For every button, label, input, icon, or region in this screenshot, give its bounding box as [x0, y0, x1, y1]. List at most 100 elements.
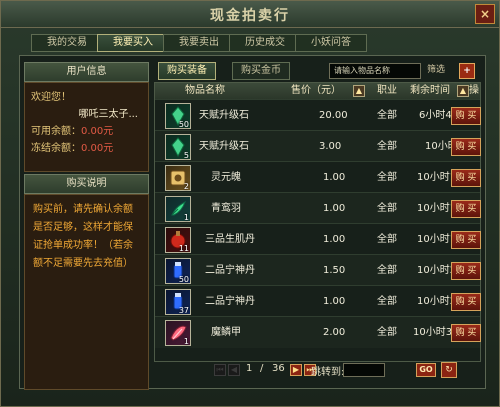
tab-qa[interactable]: 小妖问答 — [295, 34, 367, 52]
instructions-header: 购买说明 — [24, 174, 149, 194]
item-name: 三品生肌丹 — [205, 234, 255, 245]
table-body: 50 天赋升级石 20.00 全部 6小时4分 购 买 5 天赋升级石 3.00… — [155, 99, 481, 361]
buy-button[interactable]: 购 买 — [451, 324, 481, 342]
page-separator: / — [260, 363, 264, 374]
item-price: 1.00 — [323, 203, 346, 214]
sub-tabs: 购买装备 购买金币 请输入物品名称 筛选 + — [154, 62, 479, 80]
filter-label: 筛选 — [427, 65, 446, 75]
search-input[interactable]: 请输入物品名称 — [329, 63, 421, 79]
item-qty: 2 — [183, 182, 189, 191]
plus-icon[interactable]: + — [459, 63, 475, 79]
buy-button[interactable]: 购 买 — [451, 169, 481, 187]
potion-icon[interactable]: 50 — [165, 258, 191, 284]
go-button[interactable]: GO — [416, 363, 436, 377]
refresh-icon[interactable]: ↻ — [441, 362, 457, 378]
buy-button[interactable]: 购 买 — [451, 293, 481, 311]
item-qty: 1 — [183, 213, 189, 222]
table-header: 物品名称 售价（元） ▲ 职业 剩余时间 ▲ 操作 — [155, 83, 480, 112]
item-qty: 50 — [178, 275, 189, 284]
item-price: 1.50 — [323, 265, 346, 276]
item-price: 1.00 — [323, 296, 346, 307]
title-bar[interactable]: 现金拍卖行 × — [1, 1, 499, 28]
item-qty: 11 — [178, 244, 189, 253]
item-price: 3.00 — [319, 141, 342, 152]
table-row: 5 天赋升级石 3.00 全部 10小时 购 买 — [155, 130, 481, 162]
col-action: 操作 — [469, 85, 479, 112]
table-row: 37 二品宁神丹 1.00 全部 10小时2分 购 买 — [155, 285, 481, 317]
table-row: 2 灵元魄 1.00 全部 10小时1分 购 买 — [155, 161, 481, 193]
feather-icon[interactable]: 1 — [165, 196, 191, 222]
buy-button[interactable]: 购 买 — [451, 107, 481, 125]
item-name: 青鸾羽 — [211, 203, 241, 214]
goto-page-input[interactable] — [343, 363, 385, 377]
filter-button[interactable]: 筛选 + — [427, 63, 475, 79]
col-job: 职业 — [377, 85, 397, 96]
tab-history[interactable]: 历史成交 — [229, 34, 301, 52]
pagination-bar: ⏮ ◀ 1 / 36 ▶ ⏭ 跳转到: GO ↻ — [154, 362, 479, 378]
item-job: 全部 — [377, 296, 397, 307]
sort-price-icon[interactable]: ▲ — [353, 85, 365, 97]
tab-buy-gold[interactable]: 购买金币 — [232, 62, 290, 80]
potion-icon[interactable]: 37 — [165, 289, 191, 315]
col-name: 物品名称 — [185, 85, 225, 96]
item-qty: 50 — [178, 120, 189, 129]
item-job: 全部 — [377, 141, 397, 152]
sort-time-icon[interactable]: ▲ — [457, 85, 469, 97]
tab-my-trades[interactable]: 我的交易 — [31, 34, 103, 52]
item-qty: 5 — [183, 151, 189, 160]
pill-icon[interactable]: 11 — [165, 227, 191, 253]
goto-label: 跳转到: — [311, 367, 345, 378]
item-name: 魔鳞甲 — [211, 327, 241, 338]
scale-icon[interactable]: 1 — [165, 320, 191, 346]
item-qty: 1 — [183, 337, 189, 346]
frozen-balance-value: 0.00元 — [81, 143, 114, 154]
table-row: 11 三品生肌丹 1.00 全部 10小时1分 购 买 — [155, 223, 481, 255]
soul-token-icon[interactable]: 2 — [165, 165, 191, 191]
instructions-box: 购买前，请先确认余额是否足够，这样才能保证抢单成功率！（若余额不足需要先去充值） — [24, 194, 149, 390]
auction-window: 现金拍卖行 × 我的交易 我要买入 我要卖出 历史成交 小妖问答 用户信息 欢迎… — [0, 0, 500, 407]
table-row: 50 天赋升级石 20.00 全部 6小时4分 购 买 — [155, 99, 481, 131]
item-job: 全部 — [377, 110, 397, 121]
current-page: 1 — [246, 363, 253, 374]
item-job: 全部 — [377, 203, 397, 214]
instructions-text: 购买前，请先确认余额是否足够，这样才能保证抢单成功率！（若余额不足需要先去充值） — [33, 204, 133, 269]
item-job: 全部 — [377, 234, 397, 245]
item-name: 天赋升级石 — [199, 110, 249, 121]
item-price: 20.00 — [319, 110, 348, 121]
table-row: 1 青鸾羽 1.00 全部 10小时1分 购 买 — [155, 192, 481, 224]
table-row: 50 二品宁神丹 1.50 全部 10小时2分 购 买 — [155, 254, 481, 286]
window-title: 现金拍卖行 — [210, 8, 290, 24]
frozen-balance-label: 冻结余额： — [31, 143, 81, 154]
available-balance-label: 可用余额： — [31, 126, 81, 137]
available-balance-line: 可用余额：0.00元 — [25, 123, 148, 140]
item-qty: 37 — [178, 306, 189, 315]
tab-buy[interactable]: 我要买入 — [97, 34, 169, 52]
item-name: 二品宁神丹 — [205, 296, 255, 307]
next-page-icon[interactable]: ▶ — [290, 364, 302, 376]
col-price: 售价（元） — [291, 85, 341, 96]
content-panel: 用户信息 欢迎您！ 哪吒三太子... 可用余额：0.00元 冻结余额：0.00元… — [19, 55, 486, 390]
welcome-text: 欢迎您！ — [31, 92, 71, 103]
prev-page-icon[interactable]: ◀ — [228, 364, 240, 376]
item-price: 1.00 — [323, 234, 346, 245]
buy-button[interactable]: 购 买 — [451, 138, 481, 156]
green-gem-icon[interactable]: 5 — [165, 134, 191, 160]
username: 哪吒三太子... — [78, 109, 138, 120]
table-row: 1 魔鳞甲 2.00 全部 10小时33分 购 买 — [155, 316, 481, 348]
tab-buy-equipment[interactable]: 购买装备 — [158, 62, 216, 80]
first-page-icon[interactable]: ⏮ — [214, 364, 226, 376]
user-info-header: 用户信息 — [24, 62, 149, 82]
buy-button[interactable]: 购 买 — [451, 262, 481, 280]
buy-button[interactable]: 购 买 — [451, 200, 481, 218]
close-icon[interactable]: × — [475, 4, 495, 24]
sidebar: 用户信息 欢迎您！ 哪吒三太子... 可用余额：0.00元 冻结余额：0.00元… — [24, 62, 149, 390]
item-name: 二品宁神丹 — [205, 265, 255, 276]
buy-button[interactable]: 购 买 — [451, 231, 481, 249]
green-gem-icon[interactable]: 50 — [165, 103, 191, 129]
total-pages: 36 — [272, 363, 285, 374]
col-time: 剩余时间 — [410, 85, 450, 96]
available-balance-value: 0.00元 — [81, 126, 114, 137]
item-name: 灵元魄 — [211, 172, 241, 183]
tab-sell[interactable]: 我要卖出 — [163, 34, 235, 52]
item-price: 1.00 — [323, 172, 346, 183]
